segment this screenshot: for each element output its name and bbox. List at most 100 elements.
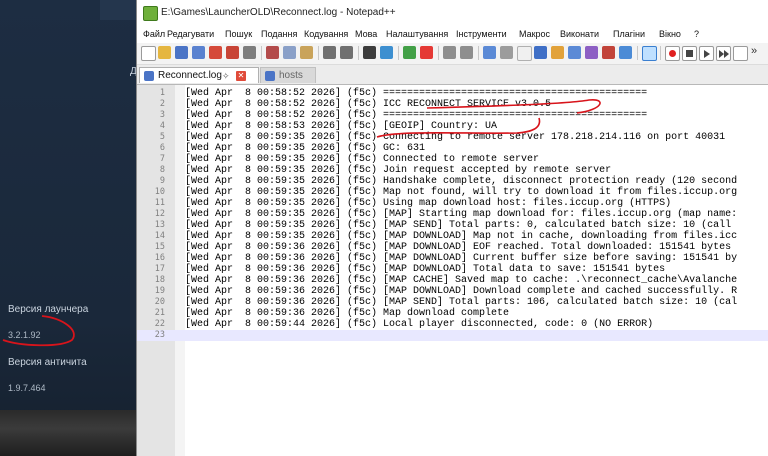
menu-help[interactable]: ? <box>694 29 699 39</box>
notepadpp-window: E:\Games\LauncherOLD\Reconnect.log - Not… <box>136 0 768 456</box>
launcher-header-strip <box>100 0 140 20</box>
menu-language[interactable]: Мова <box>355 29 377 39</box>
editor-line[interactable]: 6 [Wed Apr 8 00:59:35 2026] (f5c) GC: 631 <box>137 143 768 154</box>
menu-search[interactable]: Пошук <box>225 29 252 39</box>
paste-icon[interactable] <box>300 46 313 59</box>
close-all-icon[interactable] <box>226 46 239 59</box>
close-file-icon[interactable] <box>209 46 222 59</box>
undo-icon[interactable] <box>323 46 336 59</box>
editor-line[interactable]: 1 [Wed Apr 8 00:58:52 2026] (f5c) =======… <box>137 88 768 99</box>
folder-workspace-icon[interactable] <box>551 46 564 59</box>
replace-icon[interactable] <box>380 46 393 59</box>
open-file-icon[interactable] <box>158 46 171 59</box>
save-all-icon[interactable] <box>192 46 205 59</box>
editor-line[interactable]: 16 [Wed Apr 8 00:59:36 2026] (f5c) [MAP D… <box>137 253 768 264</box>
menu-view[interactable]: Подання <box>261 29 297 39</box>
line-number: 16 <box>154 253 165 263</box>
line-text: [Wed Apr 8 00:59:35 2026] (f5c) GC: 631 <box>185 143 426 154</box>
editor-line[interactable]: 15 [Wed Apr 8 00:59:36 2026] (f5c) [MAP D… <box>137 242 768 253</box>
sync-vertical-icon[interactable] <box>443 46 456 59</box>
launcher-version-label: Версия лаунчера <box>8 304 89 315</box>
editor-line[interactable]: 2 [Wed Apr 8 00:58:52 2026] (f5c) ICC REC… <box>137 99 768 110</box>
editor-line[interactable]: 13 [Wed Apr 8 00:59:35 2026] (f5c) [MAP S… <box>137 220 768 231</box>
play-macro-icon[interactable] <box>699 46 714 61</box>
play-macro-multiple-icon[interactable] <box>716 46 731 61</box>
monitoring-icon[interactable] <box>642 46 657 61</box>
line-number: 20 <box>154 297 165 307</box>
title-bar[interactable]: E:\Games\LauncherOLD\Reconnect.log - Not… <box>137 0 768 26</box>
editor-line[interactable]: 23 <box>137 330 768 341</box>
indent-guide-icon[interactable] <box>517 46 532 61</box>
save-macro-icon[interactable] <box>733 46 748 61</box>
doc-list-icon[interactable] <box>619 46 632 59</box>
taskbar-strip <box>0 410 140 456</box>
line-text: [Wed Apr 8 00:59:36 2026] (f5c) Map down… <box>185 308 510 319</box>
menu-encoding[interactable]: Кодування <box>304 29 348 39</box>
record-macro-icon[interactable] <box>665 46 680 61</box>
toolbar-overflow-icon[interactable]: » <box>751 45 757 57</box>
file-tab-icon <box>265 71 275 81</box>
editor-line[interactable]: 9 [Wed Apr 8 00:59:35 2026] (f5c) Handsha… <box>137 176 768 187</box>
print-icon[interactable] <box>243 46 256 59</box>
editor-line[interactable]: 5 [Wed Apr 8 00:59:35 2026] (f5c) Connect… <box>137 132 768 143</box>
zoom-in-icon[interactable] <box>403 46 416 59</box>
line-text: [Wed Apr 8 00:59:35 2026] (f5c) Join req… <box>185 165 612 176</box>
sync-horizontal-icon[interactable] <box>460 46 473 59</box>
toolbar: » <box>137 43 768 65</box>
editor-line[interactable]: 7 [Wed Apr 8 00:59:35 2026] (f5c) Connect… <box>137 154 768 165</box>
menu-plugins[interactable]: Плагіни <box>613 29 645 39</box>
editor-line[interactable]: 19 [Wed Apr 8 00:59:36 2026] (f5c) [MAP D… <box>137 286 768 297</box>
menu-window[interactable]: Вікно <box>659 29 681 39</box>
function-list-icon[interactable] <box>585 46 598 59</box>
line-text: [Wed Apr 8 00:59:35 2026] (f5c) Map not … <box>185 187 738 198</box>
line-number: 23 <box>154 330 165 340</box>
menu-edit[interactable]: Редагувати <box>167 29 214 39</box>
editor-line[interactable]: 20 [Wed Apr 8 00:59:36 2026] (f5c) [MAP S… <box>137 297 768 308</box>
new-file-icon[interactable] <box>141 46 156 61</box>
editor-line[interactable]: 22 [Wed Apr 8 00:59:44 2026] (f5c) Local … <box>137 319 768 330</box>
document-map-icon[interactable] <box>568 46 581 59</box>
editor-line[interactable]: 3 [Wed Apr 8 00:58:52 2026] (f5c) =======… <box>137 110 768 121</box>
close-tab-icon[interactable]: ✕ <box>236 71 246 81</box>
line-number: 5 <box>159 132 165 142</box>
language-icon[interactable] <box>534 46 547 59</box>
editor-line[interactable]: 17 [Wed Apr 8 00:59:36 2026] (f5c) [MAP D… <box>137 264 768 275</box>
editor-line[interactable]: 18 [Wed Apr 8 00:59:36 2026] (f5c) [MAP C… <box>137 275 768 286</box>
copy-icon[interactable] <box>283 46 296 59</box>
menu-macro[interactable]: Макрос <box>519 29 550 39</box>
editor-line[interactable]: 8 [Wed Apr 8 00:59:35 2026] (f5c) Join re… <box>137 165 768 176</box>
editor-line[interactable]: 21 [Wed Apr 8 00:59:36 2026] (f5c) Map do… <box>137 308 768 319</box>
save-icon[interactable] <box>175 46 188 59</box>
menu-settings[interactable]: Налаштування <box>386 29 448 39</box>
line-text: [Wed Apr 8 00:59:35 2026] (f5c) [MAP DOW… <box>185 231 738 242</box>
editor-line[interactable]: 11 [Wed Apr 8 00:59:35 2026] (f5c) Using … <box>137 198 768 209</box>
cut-icon[interactable] <box>266 46 279 59</box>
editor-line[interactable]: 4 [Wed Apr 8 00:58:53 2026] (f5c) [GEOIP]… <box>137 121 768 132</box>
editor-line[interactable]: 14 [Wed Apr 8 00:59:35 2026] (f5c) [MAP D… <box>137 231 768 242</box>
line-text: [Wed Apr 8 00:59:35 2026] (f5c) Connecti… <box>185 132 726 143</box>
anticheat-version-label: Версия античита <box>8 357 87 368</box>
stop-macro-icon[interactable] <box>682 46 697 61</box>
toolbar-separator <box>637 46 638 60</box>
tab-reconnect-log[interactable]: Reconnect.log ✧ ✕ <box>139 67 259 83</box>
file-tab-icon <box>144 71 154 81</box>
show-all-chars-icon[interactable] <box>500 46 513 59</box>
folder-as-workspace-icon[interactable] <box>602 46 615 59</box>
pin-icon[interactable]: ✧ <box>222 68 230 84</box>
tab-hosts[interactable]: hosts <box>260 67 316 83</box>
find-icon[interactable] <box>363 46 376 59</box>
menu-run[interactable]: Виконати <box>560 29 599 39</box>
editor-line[interactable]: 12 [Wed Apr 8 00:59:35 2026] (f5c) [MAP] … <box>137 209 768 220</box>
zoom-out-icon[interactable] <box>420 46 433 59</box>
text-editor[interactable]: 1 [Wed Apr 8 00:58:52 2026] (f5c) =======… <box>137 85 768 456</box>
line-number: 8 <box>159 165 165 175</box>
window-title: E:\Games\LauncherOLD\Reconnect.log - Not… <box>161 7 396 18</box>
menu-tools[interactable]: Інструменти <box>456 29 507 39</box>
redo-icon[interactable] <box>340 46 353 59</box>
line-text: [Wed Apr 8 00:59:36 2026] (f5c) [MAP CAC… <box>185 275 738 286</box>
line-number: 13 <box>154 220 165 230</box>
line-text: [Wed Apr 8 00:58:53 2026] (f5c) [GEOIP] … <box>185 121 498 132</box>
word-wrap-icon[interactable] <box>483 46 496 59</box>
editor-line[interactable]: 10 [Wed Apr 8 00:59:35 2026] (f5c) Map no… <box>137 187 768 198</box>
menu-file[interactable]: Файл <box>143 29 165 39</box>
